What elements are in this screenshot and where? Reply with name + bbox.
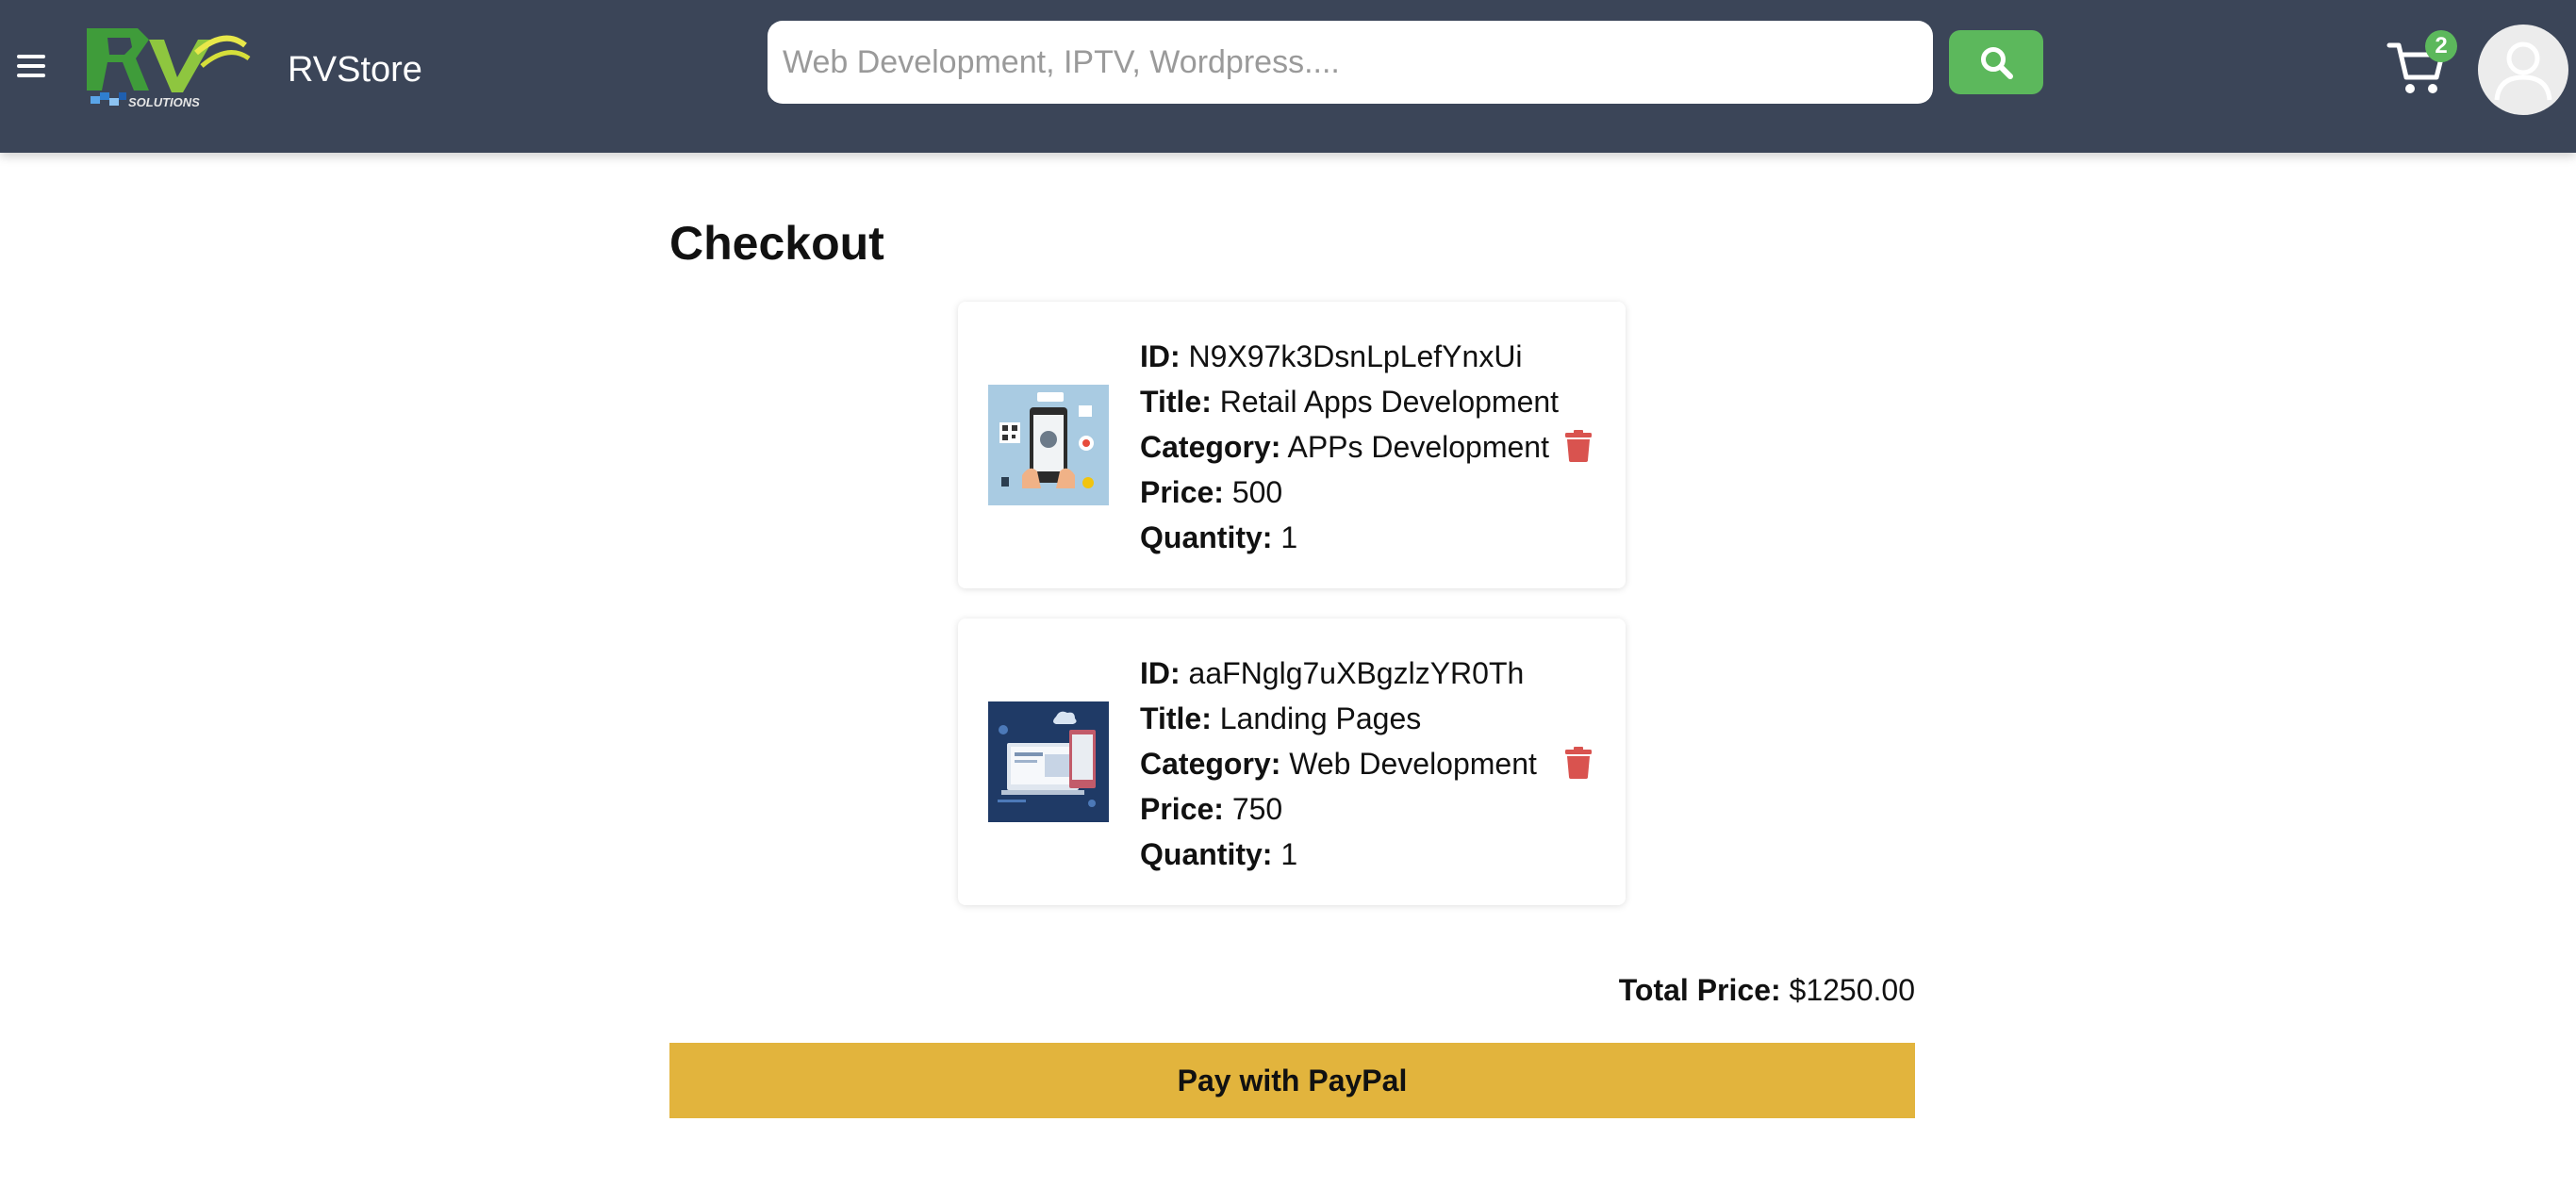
user-avatar[interactable] xyxy=(2478,25,2568,115)
item-category-row: Category: Web Development xyxy=(1140,741,1537,786)
pay-with-paypal-button[interactable]: Pay with PayPal xyxy=(669,1043,1915,1118)
item-category: APPs Development xyxy=(1287,430,1549,464)
item-price-row: Price: 750 xyxy=(1140,786,1537,832)
trash-icon xyxy=(1565,430,1592,462)
id-label: ID: xyxy=(1140,339,1181,373)
item-category-row: Category: APPs Development xyxy=(1140,424,1559,470)
price-label: Price: xyxy=(1140,475,1224,509)
trash-icon xyxy=(1565,747,1592,779)
item-id: N9X97k3DsnLpLefYnxUi xyxy=(1188,339,1523,373)
item-details: ID: N9X97k3DsnLpLefYnxUi Title: Retail A… xyxy=(1140,334,1559,560)
total-price-label: Total Price: xyxy=(1618,973,1781,1007)
id-label: ID: xyxy=(1140,656,1181,690)
search-button[interactable] xyxy=(1949,30,2043,94)
item-id: aaFNglg7uXBgzlzYR0Th xyxy=(1188,656,1525,690)
logo-subtext: SOLUTIONS xyxy=(128,95,200,109)
item-details: ID: aaFNglg7uXBgzlzYR0Th Title: Landing … xyxy=(1140,651,1537,877)
cart-count-badge: 2 xyxy=(2425,30,2457,62)
item-price: 500 xyxy=(1231,475,1283,509)
rv-solutions-logo[interactable]: SOLUTIONS xyxy=(83,25,253,115)
delete-item-button[interactable] xyxy=(1564,747,1593,779)
item-price-row: Price: 500 xyxy=(1140,470,1559,515)
item-quantity: 1 xyxy=(1280,837,1298,871)
item-id-row: ID: N9X97k3DsnLpLefYnxUi xyxy=(1140,334,1559,379)
price-label: Price: xyxy=(1140,792,1224,826)
item-title: Retail Apps Development xyxy=(1219,385,1560,419)
item-id-row: ID: aaFNglg7uXBgzlzYR0Th xyxy=(1140,651,1537,696)
delete-item-button[interactable] xyxy=(1564,430,1593,462)
cart-item-card: ID: aaFNglg7uXBgzlzYR0Th Title: Landing … xyxy=(958,619,1626,905)
item-quantity: 1 xyxy=(1280,520,1298,554)
item-quantity-row: Quantity: 1 xyxy=(1140,832,1537,877)
brand-name[interactable]: RVStore xyxy=(288,49,422,91)
page-title: Checkout xyxy=(669,217,884,270)
item-title-row: Title: Landing Pages xyxy=(1140,696,1537,741)
item-category: Web Development xyxy=(1289,747,1537,781)
category-label: Category: xyxy=(1140,747,1281,781)
user-icon xyxy=(2494,41,2552,101)
title-label: Title: xyxy=(1140,701,1212,735)
item-title: Landing Pages xyxy=(1219,701,1422,735)
hamburger-menu-icon[interactable] xyxy=(17,55,45,83)
item-price: 750 xyxy=(1231,792,1283,826)
total-price: Total Price: $1250.00 xyxy=(1414,967,1915,1013)
quantity-label: Quantity: xyxy=(1140,837,1273,871)
cart-item-card: ID: N9X97k3DsnLpLefYnxUi Title: Retail A… xyxy=(958,302,1626,588)
category-label: Category: xyxy=(1140,430,1281,464)
item-quantity-row: Quantity: 1 xyxy=(1140,515,1559,560)
product-thumbnail xyxy=(988,385,1109,505)
top-navbar: SOLUTIONS RVStore 2 xyxy=(0,0,2576,153)
quantity-label: Quantity: xyxy=(1140,520,1273,554)
product-thumbnail xyxy=(988,701,1109,822)
search-icon xyxy=(1981,47,2013,79)
search-input[interactable] xyxy=(768,21,1933,104)
title-label: Title: xyxy=(1140,385,1212,419)
total-price-value: $1250.00 xyxy=(1789,973,1915,1007)
item-title-row: Title: Retail Apps Development xyxy=(1140,379,1559,424)
